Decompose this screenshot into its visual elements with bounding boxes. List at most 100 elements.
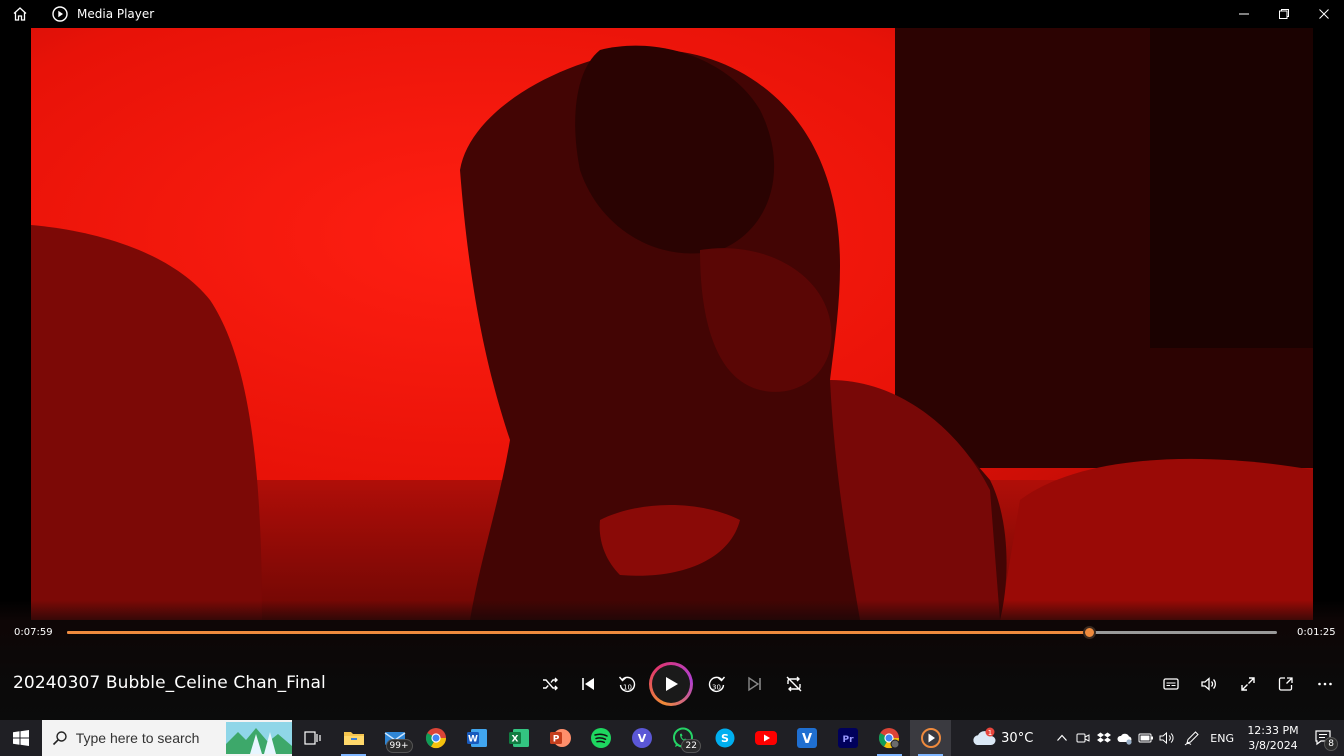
volume-icon (1201, 677, 1216, 691)
transport-controls: 0:07:59 0:01:25 20240307 Bubble_Celine C… (0, 600, 1344, 720)
shuffle-icon (543, 677, 558, 691)
taskbar-viber[interactable]: V (622, 720, 663, 756)
tray-dropbox[interactable] (1093, 720, 1114, 756)
rewind-10-label: 10 (623, 684, 632, 692)
weather-widget[interactable]: 1 30°C (971, 727, 1033, 749)
taskbar-skype[interactable]: S (704, 720, 745, 756)
rewind-10-button[interactable]: 10 (615, 672, 639, 696)
notification-count: 8 (1324, 737, 1338, 751)
input-language[interactable]: ENG (1210, 732, 1234, 745)
spotify-icon (590, 728, 611, 748)
seek-bar-progress (67, 631, 1090, 634)
subtitles-icon (1163, 678, 1179, 690)
premiere-letters: Pr (843, 735, 855, 745)
more-options-button[interactable] (1313, 672, 1337, 696)
forward-30-label: 30 (712, 684, 721, 692)
vimeo-icon: V (796, 728, 817, 748)
clock-date: 3/8/2024 (1248, 739, 1298, 752)
skype-letter: S (721, 732, 729, 745)
media-player-icon (920, 728, 941, 748)
forward-30-button[interactable]: 30 (705, 672, 729, 696)
taskbar-premiere[interactable]: Pr (828, 720, 869, 756)
vimeo-letter: V (802, 732, 812, 747)
taskbar-powerpoint[interactable]: P (539, 720, 580, 756)
media-title: 20240307 Bubble_Celine Chan_Final (13, 673, 326, 693)
taskbar-excel[interactable]: X (498, 720, 539, 756)
taskbar-youtube[interactable] (745, 720, 786, 756)
previous-button[interactable] (576, 672, 600, 696)
tray-pen[interactable] (1181, 720, 1202, 756)
repeat-button[interactable] (782, 672, 806, 696)
more-icon (1318, 682, 1332, 686)
taskbar-task-view[interactable] (292, 720, 333, 756)
viber-icon: V (632, 728, 653, 748)
taskbar-search[interactable]: Type here to search (41, 720, 292, 756)
close-button[interactable] (1304, 0, 1344, 28)
taskbar-word[interactable]: W (457, 720, 498, 756)
excel-icon: X (508, 729, 529, 747)
start-button[interactable] (0, 720, 42, 756)
taskbar-chrome-profile[interactable] (869, 720, 910, 756)
window-title: Media Player (77, 7, 155, 21)
tray-onedrive[interactable] (1114, 720, 1135, 756)
taskbar-media-player[interactable] (909, 720, 952, 756)
home-button[interactable] (0, 0, 40, 28)
clock-time: 12:33 PM (1247, 724, 1299, 737)
seek-bar[interactable] (67, 626, 1277, 639)
word-icon: W (467, 729, 488, 747)
show-hidden-icons-button[interactable] (1051, 720, 1072, 756)
previous-icon (582, 678, 594, 690)
weather-alert-count: 1 (988, 729, 992, 737)
play-icon (666, 677, 678, 691)
whatsapp-badge: 22 (681, 739, 701, 753)
minimize-button[interactable] (1224, 0, 1264, 28)
taskbar-whatsapp[interactable]: 22 (663, 720, 704, 756)
play-button-inner (652, 665, 690, 703)
tray-meet-now[interactable] (1072, 720, 1093, 756)
speaker-icon (1159, 731, 1174, 745)
next-button[interactable] (743, 672, 767, 696)
fullscreen-button[interactable] (1236, 672, 1260, 696)
fullscreen-icon (1241, 677, 1255, 691)
clock[interactable]: 12:33 PM 3/8/2024 (1242, 723, 1304, 753)
tray-volume[interactable] (1156, 720, 1177, 756)
home-icon (13, 7, 27, 21)
taskbar-mail[interactable]: 99+ (374, 720, 415, 756)
seek-bar-thumb[interactable] (1083, 626, 1097, 639)
play-button[interactable] (649, 662, 693, 706)
miniplayer-icon (1278, 677, 1293, 691)
subtitles-button[interactable] (1159, 672, 1183, 696)
folder-icon (343, 732, 364, 745)
notification-center-button[interactable]: 8 (1304, 720, 1344, 756)
media-player-icon (52, 6, 68, 22)
next-icon (748, 676, 761, 692)
miniplayer-button[interactable] (1274, 672, 1298, 696)
search-placeholder: Type here to search (75, 730, 200, 746)
video-frame[interactable] (0, 0, 1344, 620)
chevron-up-icon (1056, 734, 1067, 741)
restore-button[interactable] (1264, 0, 1304, 28)
powerpoint-icon: P (549, 729, 571, 747)
forward-30-icon: 30 (708, 676, 726, 693)
word-letter: W (468, 735, 478, 745)
search-highlight-image (225, 722, 292, 754)
minimize-icon (1239, 13, 1249, 15)
volume-button[interactable] (1197, 672, 1221, 696)
taskbar-file-explorer[interactable] (333, 720, 374, 756)
tray-battery[interactable] (1135, 720, 1156, 756)
pen-icon (1184, 731, 1199, 746)
taskbar-spotify[interactable] (580, 720, 621, 756)
weather-temperature: 30°C (1001, 730, 1034, 746)
camera-icon (1076, 733, 1090, 743)
excel-letter: X (511, 735, 518, 745)
shuffle-button[interactable] (538, 672, 562, 696)
task-view-icon (303, 731, 321, 745)
repeat-off-icon (786, 676, 802, 692)
windows-icon (12, 730, 29, 746)
taskbar-chrome[interactable] (416, 720, 457, 756)
title-bar: Media Player (0, 0, 1344, 28)
viber-letter: V (638, 732, 647, 745)
premiere-icon: Pr (838, 728, 859, 748)
search-icon (52, 731, 67, 746)
taskbar-vimeo[interactable]: V (786, 720, 827, 756)
